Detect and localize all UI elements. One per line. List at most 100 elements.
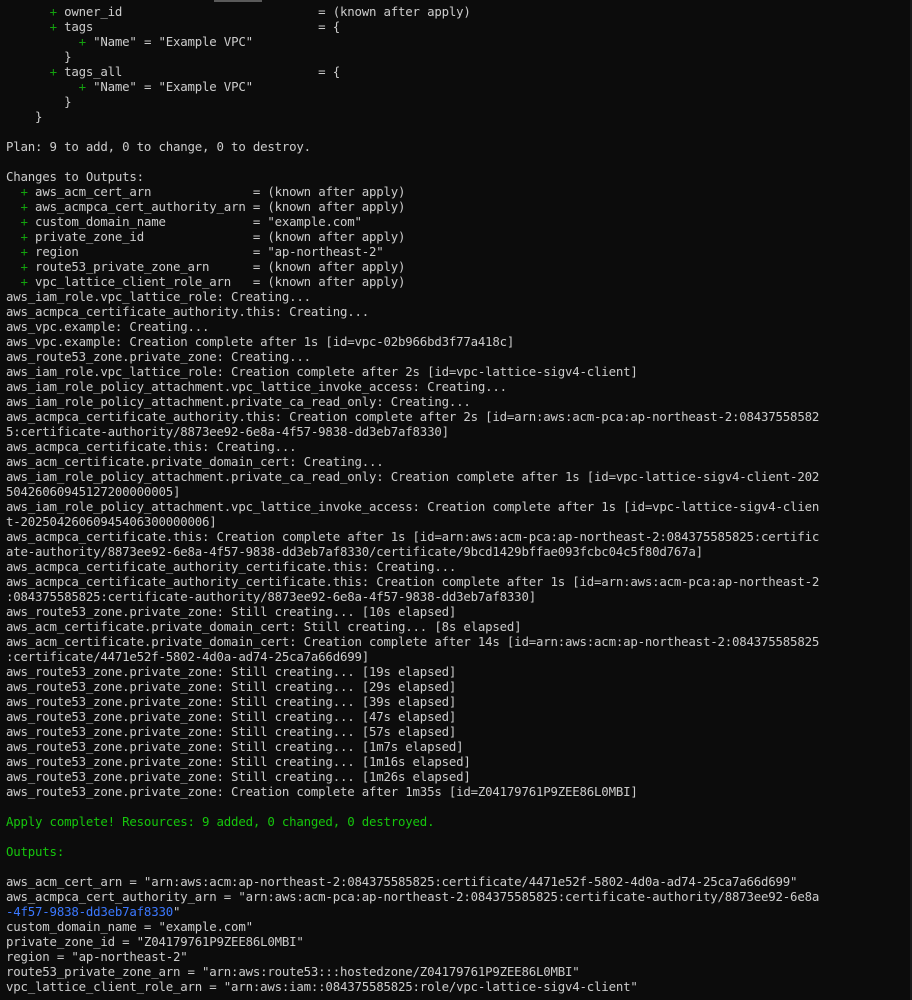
- line-text: [6, 64, 50, 79]
- terminal-line: :084375585825:certificate-authority/8873…: [6, 589, 912, 604]
- line-text: private_zone_id = "Z04179761P9ZEE86L0MBI…: [6, 934, 304, 949]
- line-text: aws_acmpca_certificate_authority_certifi…: [6, 574, 820, 589]
- line-text: }: [6, 109, 43, 124]
- line-text: ate-authority/8873ee92-6e8a-4f57-9838-dd…: [6, 544, 703, 559]
- line-text: aws_route53_zone.private_zone: Still cre…: [6, 679, 457, 694]
- terminal-line: vpc_lattice_client_role_arn = "arn:aws:i…: [6, 979, 912, 994]
- line-text: 50426060945127200000005]: [6, 484, 181, 499]
- line-text: vpc_lattice_client_role_arn = "arn:aws:i…: [6, 979, 638, 994]
- line-text: aws_acmpca_certificate.this: Creating...: [6, 439, 297, 454]
- line-text: aws_route53_zone.private_zone: Creation …: [6, 784, 638, 799]
- terminal-line: aws_acmpca_certificate.this: Creating...: [6, 439, 912, 454]
- terminal-line: aws_iam_role_policy_attachment.private_c…: [6, 469, 912, 484]
- terminal-line: aws_acm_certificate.private_domain_cert:…: [6, 619, 912, 634]
- plus-marker: +: [20, 214, 28, 229]
- plus-marker: +: [20, 244, 28, 259]
- terminal-line: aws_iam_role_policy_attachment.private_c…: [6, 394, 912, 409]
- terminal-line: region = "ap-northeast-2": [6, 949, 912, 964]
- terminal-line: aws_route53_zone.private_zone: Creation …: [6, 784, 912, 799]
- line-text: Apply complete! Resources: 9 added, 0 ch…: [6, 814, 435, 829]
- terminal-line: t-20250426060945406300000006]: [6, 514, 912, 529]
- terminal-line: aws_acmpca_cert_authority_arn = "arn:aws…: [6, 889, 912, 904]
- terminal-line: Apply complete! Resources: 9 added, 0 ch…: [6, 814, 912, 829]
- terminal-line: aws_acmpca_certificate_authority_certifi…: [6, 574, 912, 589]
- line-text: [6, 34, 79, 49]
- line-text: [6, 259, 21, 274]
- plus-marker: +: [20, 274, 28, 289]
- terminal-line: }: [6, 49, 912, 64]
- line-text: aws_route53_zone.private_zone: Still cre…: [6, 754, 471, 769]
- line-text: aws_route53_zone.private_zone: Still cre…: [6, 694, 457, 709]
- line-text: [6, 184, 21, 199]
- terminal-line: + private_zone_id = (known after apply): [6, 229, 912, 244]
- line-text: aws_acmpca_certificate.this: Creation co…: [6, 529, 820, 544]
- line-text: tags = {: [56, 19, 340, 34]
- terminal-line: Plan: 9 to add, 0 to change, 0 to destro…: [6, 139, 912, 154]
- line-text: :084375585825:certificate-authority/8873…: [6, 589, 536, 604]
- terminal-line: custom_domain_name = "example.com": [6, 919, 912, 934]
- line-text: aws_route53_zone.private_zone: Still cre…: [6, 709, 457, 724]
- line-text: route53_private_zone_arn = "arn:aws:rout…: [6, 964, 580, 979]
- line-text: aws_iam_role_policy_attachment.vpc_latti…: [6, 379, 507, 394]
- line-text: aws_route53_zone.private_zone: Still cre…: [6, 604, 457, 619]
- line-text: aws_iam_role.vpc_lattice_role: Creating.…: [6, 289, 311, 304]
- line-text: [6, 4, 50, 19]
- line-text: aws_acm_certificate.private_domain_cert:…: [6, 619, 522, 634]
- terminal-line: aws_iam_role.vpc_lattice_role: Creating.…: [6, 289, 912, 304]
- line-text: aws_acm_certificate.private_domain_cert:…: [6, 454, 384, 469]
- terminal-line: + tags = {: [6, 19, 912, 34]
- terminal-line: Changes to Outputs:: [6, 169, 912, 184]
- terminal-line: aws_route53_zone.private_zone: Still cre…: [6, 709, 912, 724]
- terminal-line: aws_vpc.example: Creating...: [6, 319, 912, 334]
- terminal-line: Outputs:: [6, 844, 912, 859]
- terminal-line: aws_route53_zone.private_zone: Still cre…: [6, 739, 912, 754]
- line-text: [6, 214, 21, 229]
- line-text: owner_id = (known after apply): [56, 4, 471, 19]
- terminal-line: 5:certificate-authority/8873ee92-6e8a-4f…: [6, 424, 912, 439]
- terminal-line: aws_route53_zone.private_zone: Still cre…: [6, 724, 912, 739]
- plus-marker: +: [78, 79, 86, 94]
- line-text: aws_route53_zone.private_zone: Still cre…: [6, 724, 457, 739]
- terminal-line: + vpc_lattice_client_role_arn = (known a…: [6, 274, 912, 289]
- terminal-line: aws_route53_zone.private_zone: Still cre…: [6, 694, 912, 709]
- terminal-line: + aws_acm_cert_arn = (known after apply): [6, 184, 912, 199]
- terminal-line: aws_acmpca_certificate_authority.this: C…: [6, 409, 912, 424]
- terminal-lines: + owner_id = (known after apply) + tags …: [6, 4, 912, 994]
- plus-marker: +: [20, 199, 28, 214]
- line-text: [6, 199, 21, 214]
- terminal-line: aws_iam_role.vpc_lattice_role: Creation …: [6, 364, 912, 379]
- line-text: :certificate/4471e52f-5802-4d0a-ad74-25c…: [6, 649, 369, 664]
- terminal-line: -4f57-9838-dd3eb7af8330": [6, 904, 912, 919]
- line-text: aws_acmpca_certificate_authority.this: C…: [6, 304, 369, 319]
- terminal-line: + tags_all = {: [6, 64, 912, 79]
- terminal-line: + owner_id = (known after apply): [6, 4, 912, 19]
- terminal-line: aws_route53_zone.private_zone: Still cre…: [6, 664, 912, 679]
- line-text: aws_acm_certificate.private_domain_cert:…: [6, 634, 820, 649]
- terminal-line: + region = "ap-northeast-2": [6, 244, 912, 259]
- plus-marker: +: [20, 259, 28, 274]
- terminal-line: + route53_private_zone_arn = (known afte…: [6, 259, 912, 274]
- plus-marker: +: [49, 19, 57, 34]
- line-text: -4f57-9838-dd3eb7af8330: [6, 904, 173, 919]
- terminal-output[interactable]: + owner_id = (known after apply) + tags …: [0, 0, 912, 1000]
- line-text: t-20250426060945406300000006]: [6, 514, 217, 529]
- line-text: route53_private_zone_arn = (known after …: [27, 259, 406, 274]
- terminal-line: aws_route53_zone.private_zone: Still cre…: [6, 754, 912, 769]
- line-text: [6, 244, 21, 259]
- terminal-line: aws_route53_zone.private_zone: Creating.…: [6, 349, 912, 364]
- line-text: aws_acmpca_cert_authority_arn = "arn:aws…: [6, 889, 820, 904]
- terminal-line: + aws_acmpca_cert_authority_arn = (known…: [6, 199, 912, 214]
- plus-marker: +: [78, 34, 86, 49]
- line-text: aws_vpc.example: Creation complete after…: [6, 334, 515, 349]
- line-text: aws_acmpca_certificate_authority_certifi…: [6, 559, 457, 574]
- line-text: [6, 274, 21, 289]
- terminal-line: aws_acm_certificate.private_domain_cert:…: [6, 454, 912, 469]
- terminal-line: aws_vpc.example: Creation complete after…: [6, 334, 912, 349]
- plus-marker: +: [20, 184, 28, 199]
- line-text: }: [6, 49, 72, 64]
- terminal-line: aws_iam_role_policy_attachment.vpc_latti…: [6, 379, 912, 394]
- terminal-line: aws_route53_zone.private_zone: Still cre…: [6, 679, 912, 694]
- terminal-line: + "Name" = "Example VPC": [6, 34, 912, 49]
